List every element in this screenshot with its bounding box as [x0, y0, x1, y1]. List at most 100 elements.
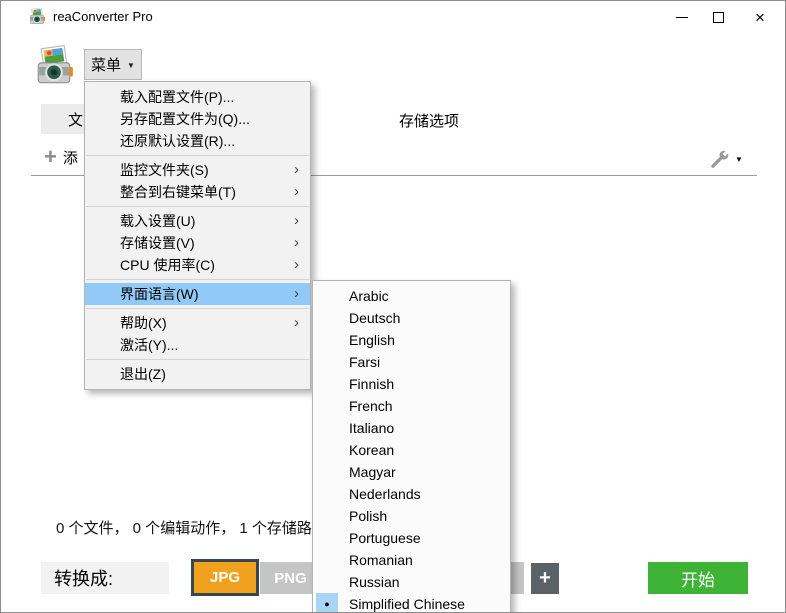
- language-label: French: [349, 398, 393, 414]
- minimize-icon: [676, 17, 688, 18]
- language-item-romanian[interactable]: Romanian: [313, 549, 510, 571]
- menu-item-context-menu-integration[interactable]: 整合到右键菜单(T) ›: [85, 181, 310, 203]
- menu-item-save-settings[interactable]: 存储设置(V) ›: [85, 232, 310, 254]
- menu-item-watch-folders[interactable]: 监控文件夹(S) ›: [85, 159, 310, 181]
- submenu-arrow-icon: ›: [294, 181, 299, 203]
- language-item-arabic[interactable]: Arabic: [313, 285, 510, 307]
- tab-storage-options[interactable]: 存储选项: [399, 110, 459, 131]
- menu-item-label: 监控文件夹(S): [120, 162, 209, 178]
- menu-item-label: 退出(Z): [120, 366, 166, 382]
- menu-item-exit[interactable]: 退出(Z): [85, 363, 310, 385]
- menu-separator: [86, 155, 309, 156]
- maximize-icon: [713, 12, 724, 23]
- language-item-finnish[interactable]: Finnish: [313, 373, 510, 395]
- menu-separator: [86, 359, 309, 360]
- chevron-down-icon: ▼: [127, 61, 135, 70]
- language-item-portuguese[interactable]: Portuguese: [313, 527, 510, 549]
- add-format-button[interactable]: +: [531, 563, 559, 594]
- language-label: Magyar: [349, 464, 396, 480]
- language-label: Polish: [349, 508, 387, 524]
- tab-files-label: 文: [68, 109, 83, 130]
- submenu-arrow-icon: ›: [294, 312, 299, 334]
- language-item-french[interactable]: French: [313, 395, 510, 417]
- add-files-label-partial: 添: [63, 147, 80, 168]
- convert-to-text: 转换成:: [54, 565, 113, 591]
- format-button-jpg[interactable]: JPG: [191, 559, 259, 596]
- language-item-korean[interactable]: Korean: [313, 439, 510, 461]
- language-item-english[interactable]: English: [313, 329, 510, 351]
- language-label: English: [349, 332, 395, 348]
- menu-item-help[interactable]: 帮助(X) ›: [85, 312, 310, 334]
- add-files-button[interactable]: + 添: [44, 145, 80, 169]
- menu-item-label: 还原默认设置(R)...: [120, 133, 235, 149]
- submenu-arrow-icon: ›: [294, 232, 299, 254]
- close-button[interactable]: ×: [743, 3, 777, 31]
- menu-item-label: 整合到右键菜单(T): [120, 184, 236, 200]
- language-label: Korean: [349, 442, 394, 458]
- menu-item-restore-defaults[interactable]: 还原默认设置(R)...: [85, 130, 310, 152]
- format-png-label: PNG: [274, 570, 307, 587]
- plus-icon: +: [539, 567, 551, 590]
- submenu-arrow-icon: ›: [294, 159, 299, 181]
- language-item-deutsch[interactable]: Deutsch: [313, 307, 510, 329]
- title-bar: reaConverter Pro ×: [1, 1, 785, 33]
- submenu-arrow-icon: ›: [294, 283, 299, 305]
- language-label: Portuguese: [349, 530, 421, 546]
- start-button-label: 开始: [681, 566, 715, 591]
- app-logo-icon: [28, 8, 46, 26]
- language-label: Nederlands: [349, 486, 421, 502]
- language-submenu-popup: Arabic Deutsch English Farsi Finnish Fre…: [312, 280, 511, 613]
- menu-separator: [86, 308, 309, 309]
- start-button[interactable]: 开始: [648, 562, 748, 594]
- language-item-magyar[interactable]: Magyar: [313, 461, 510, 483]
- menu-separator: [86, 279, 309, 280]
- status-summary: 0 个文件， 0 个编辑动作， 1 个存储路径: [56, 517, 327, 538]
- menu-item-label: 激活(Y)...: [120, 337, 178, 353]
- close-icon: ×: [755, 9, 765, 26]
- format-jpg-label: JPG: [210, 569, 240, 586]
- language-label: Arabic: [349, 288, 389, 304]
- menu-item-label: 载入设置(U): [120, 213, 195, 229]
- maximize-button[interactable]: [701, 3, 735, 31]
- menu-item-label: 界面语言(W): [120, 286, 199, 302]
- menu-item-label: 存储设置(V): [120, 235, 195, 251]
- app-converter-icon: [33, 45, 75, 89]
- main-menu-popup: 载入配置文件(P)... 另存配置文件为(Q)... 还原默认设置(R)... …: [84, 81, 311, 390]
- menu-item-label: 载入配置文件(P)...: [120, 89, 234, 105]
- minimize-button[interactable]: [665, 3, 699, 31]
- language-label: Finnish: [349, 376, 394, 392]
- language-item-italiano[interactable]: Italiano: [313, 417, 510, 439]
- menu-item-label: 另存配置文件为(Q)...: [120, 111, 250, 127]
- menu-item-cpu-usage[interactable]: CPU 使用率(C) ›: [85, 254, 310, 276]
- language-label: Deutsch: [349, 310, 400, 326]
- menu-dropdown-button[interactable]: 菜单 ▼: [84, 49, 142, 80]
- tab-files-partial[interactable]: 文: [41, 104, 85, 134]
- menu-item-interface-language[interactable]: 界面语言(W) ›: [85, 283, 310, 305]
- app-window: reaConverter Pro × 菜单 ▼ 文 存储选项 + 添: [0, 0, 786, 613]
- language-item-polish[interactable]: Polish: [313, 505, 510, 527]
- menu-item-activate[interactable]: 激活(Y)...: [85, 334, 310, 356]
- plus-icon: +: [44, 146, 57, 168]
- chevron-down-icon: ▼: [735, 155, 743, 164]
- settings-wrench-button[interactable]: ▼: [709, 146, 755, 172]
- tab-storage-label: 存储选项: [399, 113, 459, 130]
- language-item-farsi[interactable]: Farsi: [313, 351, 510, 373]
- submenu-arrow-icon: ›: [294, 254, 299, 276]
- selected-language-radio: ●: [316, 593, 338, 613]
- wrench-icon: [709, 149, 730, 170]
- language-item-simplified-chinese[interactable]: ● Simplified Chinese: [313, 593, 510, 613]
- radio-dot-icon: ●: [324, 600, 329, 609]
- menu-item-load-profile[interactable]: 载入配置文件(P)...: [85, 86, 310, 108]
- menu-item-save-profile-as[interactable]: 另存配置文件为(Q)...: [85, 108, 310, 130]
- language-label: Farsi: [349, 354, 380, 370]
- menu-item-load-settings[interactable]: 载入设置(U) ›: [85, 210, 310, 232]
- language-item-russian[interactable]: Russian: [313, 571, 510, 593]
- language-label: Simplified Chinese: [349, 596, 465, 612]
- language-item-nederlands[interactable]: Nederlands: [313, 483, 510, 505]
- language-label: Russian: [349, 574, 400, 590]
- menu-button-label: 菜单: [91, 54, 121, 75]
- menu-separator: [86, 206, 309, 207]
- language-label: Italiano: [349, 420, 394, 436]
- window-title: reaConverter Pro: [53, 9, 153, 24]
- language-label: Romanian: [349, 552, 413, 568]
